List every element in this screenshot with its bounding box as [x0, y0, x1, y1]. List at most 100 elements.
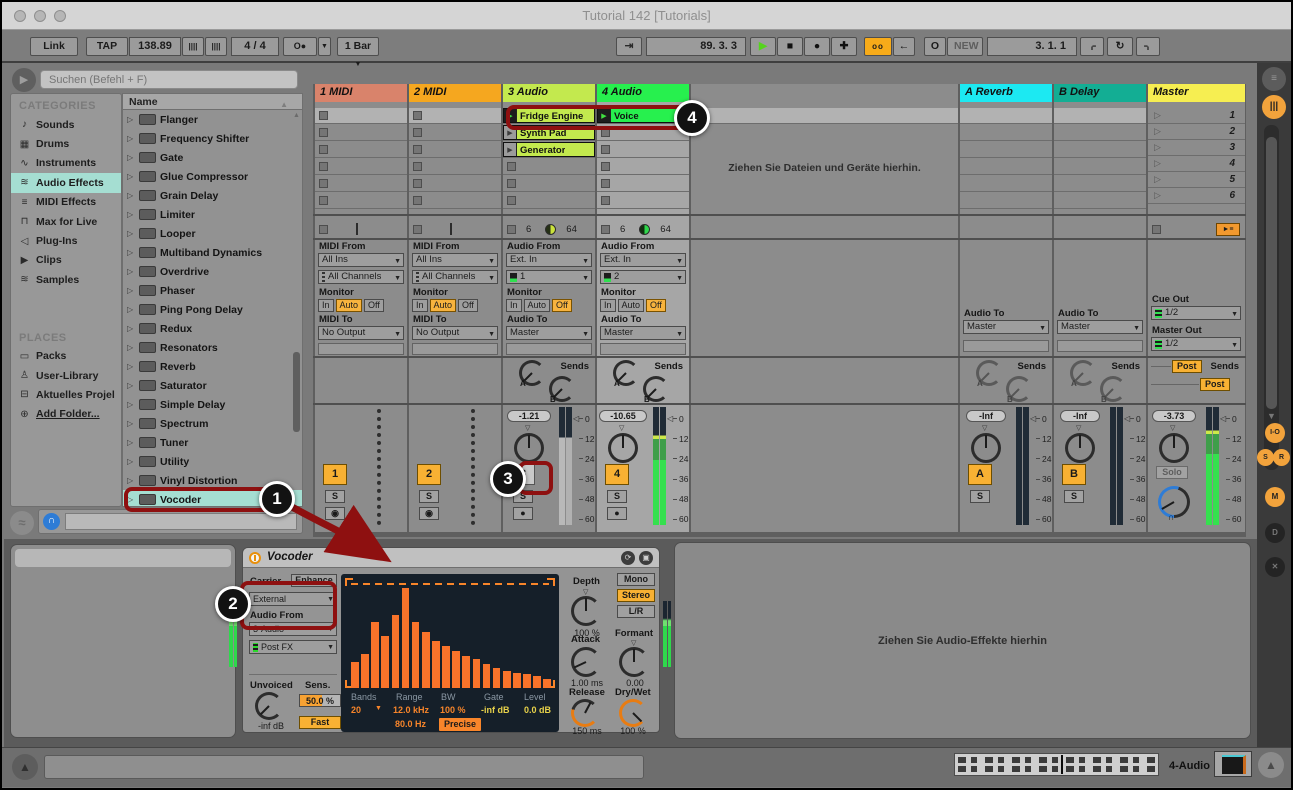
spectrum-band-bar[interactable] — [442, 646, 450, 688]
arrangement-record-button[interactable]: ● — [804, 37, 830, 56]
clip-stop-icon[interactable] — [319, 179, 328, 188]
clip-slot[interactable] — [409, 159, 501, 175]
device-list-item[interactable]: ▷ Looper — [123, 224, 302, 243]
list-header[interactable]: Name▲ — [123, 94, 302, 110]
disclosure-icon[interactable]: ▷ — [127, 153, 135, 162]
play-button[interactable]: ▶ — [750, 37, 776, 56]
nudge-up-button[interactable]: |||| — [205, 37, 227, 56]
spectrum-band-bar[interactable] — [412, 622, 420, 688]
device-drop-zone[interactable]: Ziehen Sie Audio-Effekte hierhin — [674, 542, 1251, 739]
clip-synth-pad[interactable]: ▶ Synth Pad — [503, 125, 595, 140]
midi-from-select[interactable]: All Ins▼ — [318, 253, 404, 267]
stereo-button[interactable]: Stereo — [617, 589, 655, 602]
scroll-up-icon[interactable]: ▲ — [292, 112, 301, 119]
return-header-a[interactable]: A Reverb — [960, 84, 1052, 102]
clip-stop-icon[interactable] — [413, 179, 422, 188]
device-list-item[interactable]: ▷ Tuner — [123, 433, 302, 452]
disclosure-icon[interactable]: ▷ — [127, 438, 135, 447]
clip-stop-icon[interactable] — [413, 145, 422, 154]
return-header-b[interactable]: B Delay — [1054, 84, 1146, 102]
midi-to-select[interactable]: No Output▼ — [412, 326, 498, 340]
clip-slot[interactable] — [409, 193, 501, 209]
save-preset-icon[interactable]: ▣ — [639, 551, 653, 565]
scroll-down-icon[interactable]: ▼ — [1267, 411, 1276, 421]
monitor-auto-button[interactable]: Auto — [336, 299, 363, 312]
back-to-arrangement-button[interactable]: ← — [893, 37, 915, 56]
spectrum-band-bar[interactable] — [543, 679, 551, 688]
sidebar-category-item[interactable]: ≡ MIDI Effects — [11, 193, 121, 212]
disclosure-icon[interactable]: ▷ — [127, 248, 135, 257]
spectrum-band-bar[interactable] — [452, 651, 460, 688]
monitor-off-button[interactable]: Off — [552, 299, 572, 312]
clip-stop-icon[interactable] — [507, 162, 516, 171]
sidebar-place-item[interactable]: ⊕ Add Folder... — [11, 405, 121, 424]
pan-knob[interactable] — [514, 433, 544, 463]
clip-slot[interactable]: ▶ Fridge Engine — [503, 108, 595, 124]
sidebar-category-item[interactable]: ▦ Drums — [11, 134, 121, 153]
spectrum-band-bar[interactable] — [371, 622, 379, 688]
scene-play-icon[interactable]: ▷ — [1154, 126, 1161, 137]
send-a-post-button[interactable]: Post — [1172, 360, 1202, 373]
send-b-knob[interactable]: B — [643, 376, 669, 402]
sidebar-category-item[interactable]: ≋ Samples — [11, 270, 121, 289]
scene-slot[interactable]: ▷ 1 — [1148, 108, 1245, 124]
capture-new-button[interactable]: NEW — [947, 37, 983, 56]
spectrum-band-bar[interactable] — [392, 615, 400, 688]
device-list-item[interactable]: ▷ Simple Delay — [123, 395, 302, 414]
stop-all-clips-icon[interactable] — [601, 225, 610, 234]
scene-play-icon[interactable]: ▷ — [1154, 158, 1161, 169]
session-view-icon[interactable]: ||| — [1262, 95, 1286, 119]
sidebar-category-item[interactable]: ▶ Clips — [11, 251, 121, 270]
disclosure-icon[interactable]: ▷ — [127, 210, 135, 219]
clip-slot[interactable] — [597, 142, 689, 158]
scene-slot[interactable]: ▷ 5 — [1148, 172, 1245, 188]
unvoiced-speed-button[interactable]: Fast — [299, 716, 341, 729]
metronome-menu-button[interactable]: ▼ — [318, 37, 331, 56]
spectrum-band-bar[interactable] — [432, 641, 440, 688]
disclosure-icon[interactable]: ▷ — [127, 495, 135, 504]
clip-stop-row[interactable] — [409, 221, 501, 237]
scene-play-icon[interactable]: ▷ — [1154, 174, 1161, 185]
device-list-item[interactable]: ▷ Utility — [123, 452, 302, 471]
range-low-value[interactable]: 80.0 Hz — [395, 719, 426, 729]
clip-overview-panel[interactable] — [10, 544, 236, 738]
release-knob[interactable] — [571, 699, 599, 727]
track-header-4[interactable]: 4 Audio — [597, 84, 689, 102]
disclosure-icon[interactable]: ▷ — [127, 172, 135, 181]
clip-slot[interactable] — [409, 125, 501, 141]
clip-slot[interactable]: ▶ Generator — [503, 142, 595, 158]
stop-all-clips-icon[interactable] — [319, 225, 328, 234]
monitor-in-button[interactable]: In — [412, 299, 428, 312]
midi-channel-select[interactable]: All Channels▼ — [412, 270, 498, 284]
return-activator-a[interactable]: A — [968, 464, 992, 485]
solo-button-1[interactable]: S — [325, 490, 345, 503]
clip-overview-waveform[interactable] — [954, 753, 1159, 776]
tap-tempo-button[interactable]: TAP — [86, 37, 128, 56]
track-activator-1[interactable]: 1 — [323, 464, 347, 485]
clip-stop-row[interactable] — [315, 221, 407, 237]
device-list-item[interactable]: ▷ Ping Pong Delay — [123, 300, 302, 319]
scene-play-icon[interactable]: ▷ — [1154, 110, 1161, 121]
clip-stop-row[interactable]: 6 64 — [597, 221, 689, 237]
send-a-knob[interactable]: A — [613, 360, 639, 386]
spectrum-band-bar[interactable] — [422, 632, 430, 688]
clip-stop-icon[interactable] — [319, 111, 328, 120]
monitor-in-button[interactable]: In — [318, 299, 334, 312]
clip-generator[interactable]: ▶ Generator — [503, 142, 595, 157]
clip-slot[interactable] — [315, 142, 407, 158]
sidebar-category-item[interactable]: ∿ Instruments — [11, 154, 121, 173]
cue-out-select[interactable]: 1/2▼ — [1151, 306, 1241, 320]
send-b-post-button[interactable]: Post — [1200, 378, 1230, 391]
solo-button-ra[interactable]: S — [970, 490, 990, 503]
sidebar-category-item[interactable]: ♪ Sounds — [11, 115, 121, 134]
spectrum-band-bar[interactable] — [503, 671, 511, 688]
solo-button-rb[interactable]: S — [1064, 490, 1084, 503]
clip-play-icon[interactable]: ▶ — [504, 143, 517, 156]
sidebar-category-item[interactable]: ≋ Audio Effects — [11, 173, 121, 192]
clip-stop-icon[interactable] — [413, 128, 422, 137]
clip-play-icon[interactable]: ▶ — [504, 126, 517, 139]
sens-value-slider[interactable]: 50.0 % — [299, 694, 341, 707]
pan-knob[interactable] — [971, 433, 1001, 463]
input-channel-select[interactable]: 2▼ — [600, 270, 686, 284]
scene-play-icon[interactable]: ▷ — [1154, 190, 1161, 201]
